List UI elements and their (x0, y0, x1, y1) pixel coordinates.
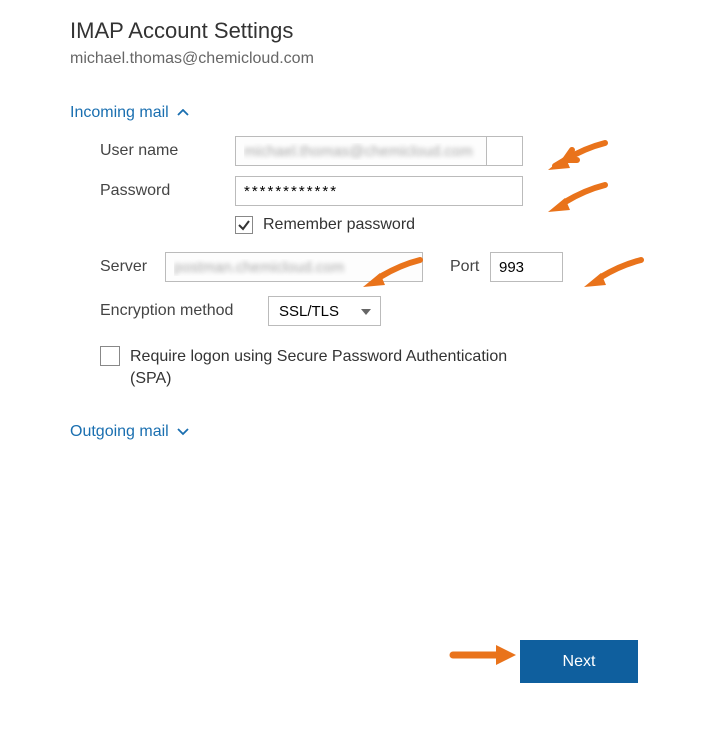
chevron-up-icon (177, 109, 189, 117)
incoming-mail-header[interactable]: Incoming mail (70, 104, 640, 122)
remember-password-label: Remember password (263, 216, 415, 234)
username-input[interactable] (235, 136, 487, 166)
annotation-arrow-icon (540, 138, 610, 178)
remember-password-checkbox[interactable] (235, 216, 253, 234)
next-button[interactable]: Next (520, 640, 638, 683)
encryption-select[interactable]: SSL/TLS (268, 296, 381, 326)
username-ext-box (487, 136, 523, 166)
annotation-arrow-icon (355, 255, 425, 295)
spa-checkbox[interactable] (100, 346, 120, 366)
annotation-arrow-icon (448, 640, 518, 670)
incoming-mail-label: Incoming mail (70, 104, 169, 122)
annotation-arrow-icon (540, 180, 610, 220)
spa-label: Require logon using Secure Password Auth… (130, 346, 550, 391)
checkmark-icon (237, 218, 251, 232)
account-email: michael.thomas@chemicloud.com (70, 50, 640, 68)
encryption-value: SSL/TLS (279, 303, 339, 320)
password-label: Password (100, 182, 235, 200)
port-label: Port (450, 258, 490, 276)
page-title: IMAP Account Settings (70, 18, 640, 44)
chevron-down-icon (177, 428, 189, 436)
encryption-label: Encryption method (100, 302, 268, 320)
outgoing-mail-header[interactable]: Outgoing mail (70, 423, 640, 441)
outgoing-mail-label: Outgoing mail (70, 423, 169, 441)
annotation-arrow-icon (576, 255, 646, 295)
port-input[interactable] (490, 252, 563, 282)
password-input[interactable] (235, 176, 523, 206)
server-label: Server (100, 258, 165, 276)
username-label: User name (100, 142, 235, 160)
